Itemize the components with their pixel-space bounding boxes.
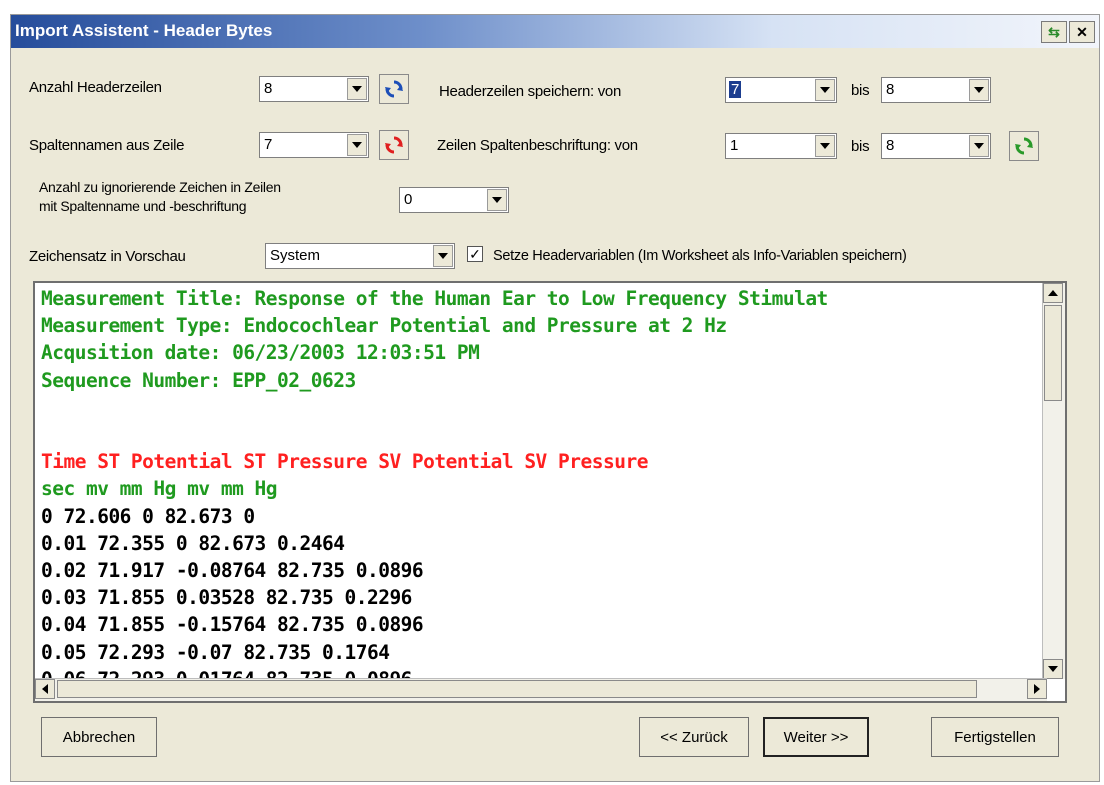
- preview-line: 0 72.606 0 82.673 0: [41, 504, 255, 528]
- cancel-button[interactable]: Abbrechen: [41, 717, 157, 757]
- refresh-header-count-button[interactable]: [379, 74, 409, 104]
- chevron-down-icon[interactable]: [433, 245, 453, 267]
- ignore-label-line1: Anzahl zu ignorierende Zeichen in Zeilen: [39, 179, 281, 195]
- window-title: Import Assistent - Header Bytes: [15, 21, 273, 40]
- save-from-select[interactable]: 7: [725, 77, 837, 103]
- preview-line: Time ST Potential ST Pressure SV Potenti…: [41, 450, 648, 474]
- scroll-up-icon[interactable]: [1043, 283, 1063, 303]
- chevron-down-icon[interactable]: [969, 135, 989, 157]
- header-count-label: Anzahl Headerzeilen: [29, 79, 162, 96]
- desc-from-label: Zeilen Spaltenbeschriftung: von: [437, 137, 638, 154]
- chevron-down-icon[interactable]: [347, 78, 367, 100]
- preview-line: sec mv mm Hg mv mm Hg: [41, 477, 278, 501]
- preview-line: 0.03 71.855 0.03528 82.735 0.2296: [41, 586, 412, 610]
- vertical-scrollbar[interactable]: [1042, 283, 1065, 679]
- preview-line: 0.05 72.293 -0.07 82.735 0.1764: [41, 640, 390, 664]
- check-icon: ✓: [469, 246, 481, 262]
- preview-textarea[interactable]: Measurement Title: Response of the Human…: [33, 281, 1067, 703]
- colnames-label: Spaltennamen aus Zeile: [29, 137, 185, 154]
- charset-label: Zeichensatz in Vorschau: [29, 248, 186, 265]
- refresh-icon: [1015, 137, 1033, 155]
- desc-from-select[interactable]: 1: [725, 133, 837, 159]
- back-button[interactable]: << Zurück: [639, 717, 749, 757]
- colnames-select[interactable]: 7: [259, 132, 369, 158]
- header-count-select[interactable]: 8: [259, 76, 369, 102]
- restore-icon[interactable]: ⇆: [1041, 21, 1067, 43]
- save-to-select[interactable]: 8: [881, 77, 991, 103]
- close-icon[interactable]: ✕: [1069, 21, 1095, 43]
- refresh-colnames-button[interactable]: [379, 130, 409, 160]
- desc-from-value: 1: [730, 137, 739, 154]
- refresh-icon: [385, 80, 403, 98]
- preview-line: Acqusition date: 06/23/2003 12:03:51 PM: [41, 341, 480, 365]
- header-count-value: 8: [264, 80, 273, 97]
- next-button[interactable]: Weiter >>: [763, 717, 869, 757]
- chevron-down-icon[interactable]: [487, 189, 507, 211]
- colnames-value: 7: [264, 136, 273, 153]
- charset-value: System: [270, 247, 321, 264]
- refresh-desc-button[interactable]: [1009, 131, 1039, 161]
- horizontal-scroll-thumb[interactable]: [57, 680, 977, 698]
- preview-line: 0.01 72.355 0 82.673 0.2464: [41, 531, 345, 555]
- save-to-label: bis: [851, 82, 870, 99]
- chevron-down-icon[interactable]: [815, 79, 835, 101]
- desc-to-value: 8: [886, 137, 895, 154]
- title-bar[interactable]: Import Assistent - Header Bytes ⇆ ✕: [11, 15, 1099, 48]
- import-assistant-dialog: Import Assistent - Header Bytes ⇆ ✕ Anza…: [10, 14, 1100, 782]
- preview-line: Measurement Type: Endocochlear Potential…: [41, 314, 727, 338]
- ignore-label-line2: mit Spaltenname und -beschriftung: [39, 198, 247, 214]
- preview-line: 0.02 71.917 -0.08764 82.735 0.0896: [41, 559, 424, 582]
- ignore-chars-select[interactable]: 0: [399, 187, 509, 213]
- chevron-down-icon[interactable]: [347, 134, 367, 156]
- chevron-down-icon[interactable]: [969, 79, 989, 101]
- save-from-value: 7: [729, 81, 742, 98]
- finish-button[interactable]: Fertigstellen: [931, 717, 1059, 757]
- header-vars-checkbox[interactable]: ✓: [467, 246, 483, 262]
- ignore-chars-value: 0: [404, 191, 413, 208]
- scroll-right-icon[interactable]: [1027, 679, 1047, 699]
- save-from-label: Headerzeilen speichern: von: [439, 83, 622, 100]
- save-to-value: 8: [886, 81, 895, 98]
- preview-line: Measurement Title: Response of the Human…: [41, 287, 828, 310]
- desc-to-select[interactable]: 8: [881, 133, 991, 159]
- desc-to-label: bis: [851, 138, 870, 155]
- chevron-down-icon[interactable]: [815, 135, 835, 157]
- refresh-icon: [385, 136, 403, 154]
- vertical-scroll-thumb[interactable]: [1044, 305, 1062, 401]
- header-vars-label: Setze Headervariablen (Im Worksheet als …: [493, 248, 907, 264]
- preview-line: Sequence Number: EPP_02_0623: [41, 368, 356, 392]
- horizontal-scrollbar[interactable]: [35, 678, 1047, 701]
- preview-line: 0.04 71.855 -0.15764 82.735 0.0896: [41, 613, 424, 637]
- scroll-left-icon[interactable]: [35, 679, 55, 699]
- charset-select[interactable]: System: [265, 243, 455, 269]
- scroll-down-icon[interactable]: [1043, 659, 1063, 679]
